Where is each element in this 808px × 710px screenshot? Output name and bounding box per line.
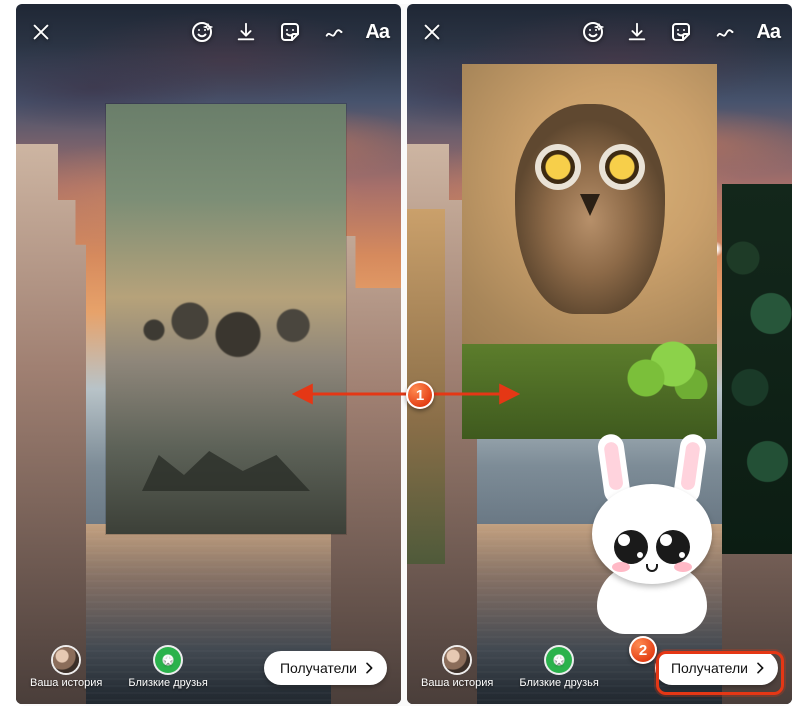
recipients-label: Получатели xyxy=(671,660,748,676)
bunny-eye-left xyxy=(614,530,648,564)
close-icon[interactable] xyxy=(419,19,445,45)
buildings-left xyxy=(16,144,86,704)
story-toolbar: Aa xyxy=(407,14,792,50)
inserted-image-leaves[interactable] xyxy=(722,184,792,554)
close-friends-button[interactable]: Близкие друзья xyxy=(519,647,598,689)
bunny-blush-right xyxy=(674,562,692,572)
owl-graphic xyxy=(515,104,665,314)
story-bottom-bar: Ваша история Близкие друзья Получатели xyxy=(16,642,401,694)
recipients-label: Получатели xyxy=(280,660,357,676)
sticker-icon[interactable] xyxy=(668,19,694,45)
chevron-right-icon xyxy=(752,660,768,676)
face-filter-icon[interactable] xyxy=(189,19,215,45)
bunny-eye-right xyxy=(656,530,690,564)
close-friends-star-icon xyxy=(546,647,572,673)
owl-beak xyxy=(580,194,600,216)
text-tool-icon[interactable]: Aa xyxy=(365,21,389,44)
story-toolbar: Aa xyxy=(16,14,401,50)
close-friends-button[interactable]: Близкие друзья xyxy=(128,647,207,689)
inserted-image-owl[interactable] xyxy=(462,64,717,439)
sticker-icon[interactable] xyxy=(277,19,303,45)
recipients-button[interactable]: Получатели xyxy=(264,651,387,685)
draw-icon[interactable] xyxy=(712,19,738,45)
close-friends-label: Близкие друзья xyxy=(128,677,207,689)
download-icon[interactable] xyxy=(624,19,650,45)
close-friends-star-icon xyxy=(155,647,181,673)
text-tool-icon[interactable]: Aa xyxy=(756,21,780,44)
bunny-mouth xyxy=(646,564,658,572)
story-editor-screen-1: Aa Ваша история Близкие друзья Получател… xyxy=(16,4,401,704)
face-filter-icon[interactable] xyxy=(580,19,606,45)
annotation-badge-1: 1 xyxy=(406,381,434,409)
avatar-icon xyxy=(444,647,470,673)
recipients-button[interactable]: Получатели xyxy=(655,651,778,685)
your-story-label: Ваша история xyxy=(421,677,493,689)
your-story-button[interactable]: Ваша история xyxy=(30,647,102,689)
close-friends-label: Близкие друзья xyxy=(519,677,598,689)
draw-icon[interactable] xyxy=(321,19,347,45)
moss-ground xyxy=(462,344,717,439)
chevron-right-icon xyxy=(361,660,377,676)
your-story-button[interactable]: Ваша история xyxy=(421,647,493,689)
close-icon[interactable] xyxy=(28,19,54,45)
bunny-head xyxy=(592,484,712,584)
annotation-badge-2: 2 xyxy=(629,636,657,664)
bunny-blush-left xyxy=(612,562,630,572)
bunny-sticker[interactable] xyxy=(577,464,727,634)
story-editor-screen-2: Aa Ваша история Близкие друзья Получател… xyxy=(407,4,792,704)
your-story-label: Ваша история xyxy=(30,677,102,689)
download-icon[interactable] xyxy=(233,19,259,45)
inserted-image-painting[interactable] xyxy=(106,104,346,534)
avatar-icon xyxy=(53,647,79,673)
story-bottom-bar: Ваша история Близкие друзья Получатели xyxy=(407,642,792,694)
